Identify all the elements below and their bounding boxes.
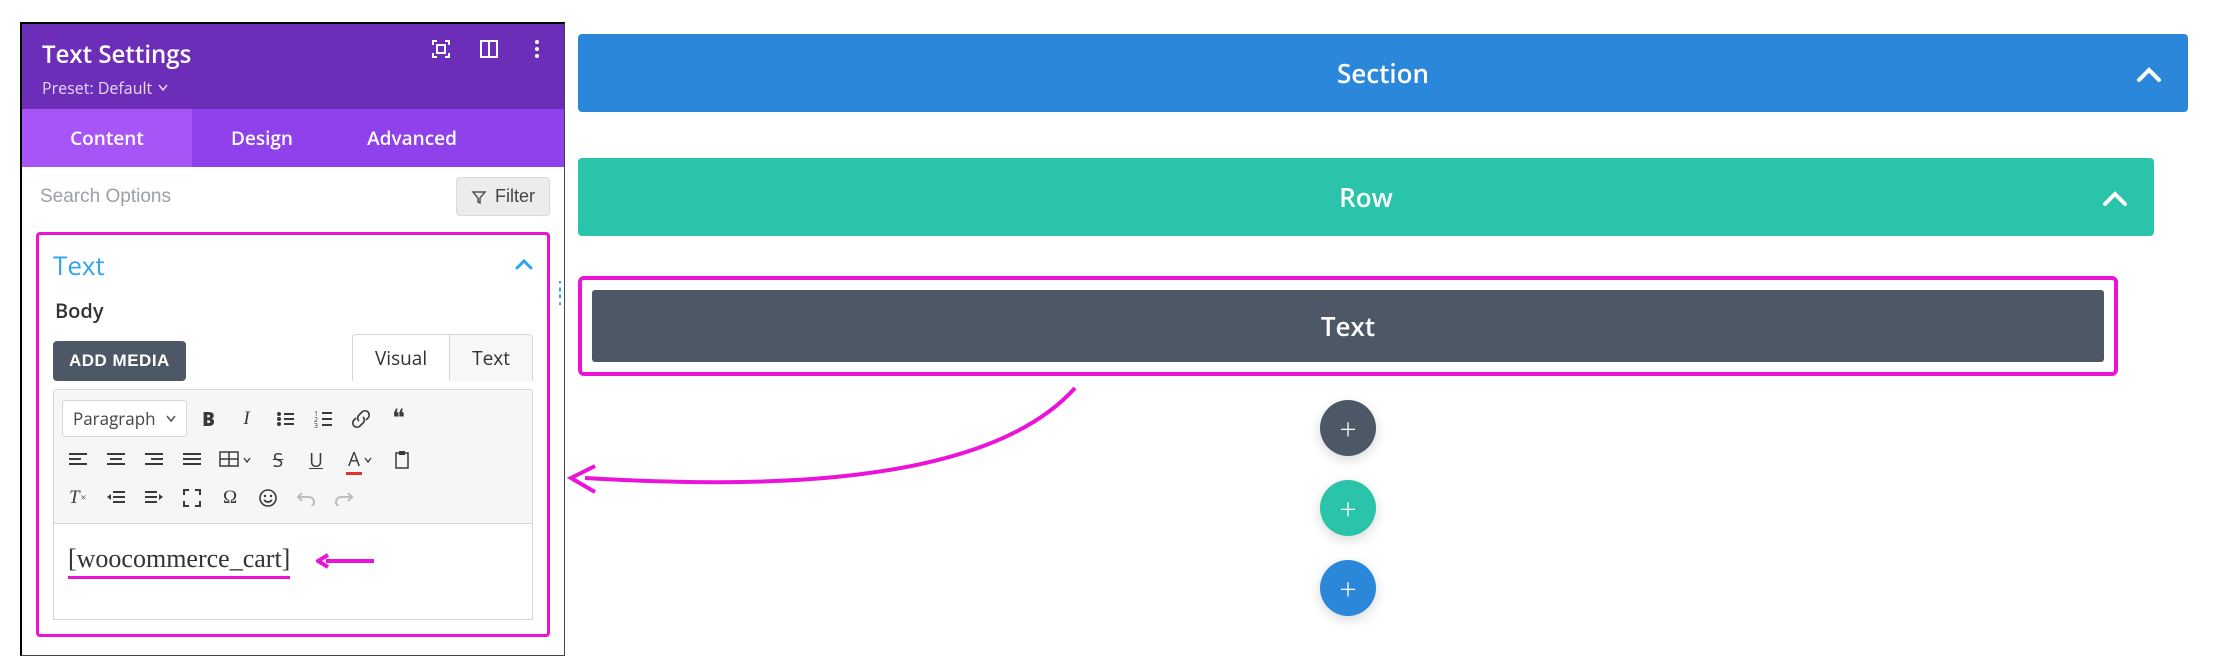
chevron-up-icon [515,254,533,276]
editor-content-area[interactable]: [woocommerce_cart] [53,524,533,620]
builder-canvas: Section Row Text + + + [578,34,2188,616]
text-settings-panel: Text Settings Preset: Default Content De… [20,22,565,656]
chevron-up-icon [2102,179,2128,215]
row-label: Row [1339,179,1393,215]
text-module-label: Text [1321,308,1375,344]
italic-button[interactable]: I [231,404,263,434]
caret-down-icon [166,415,176,423]
fullscreen-button[interactable] [176,483,208,513]
numbered-list-button[interactable]: 123 [307,404,339,434]
editor-tab-visual[interactable]: Visual [353,335,450,381]
focus-icon[interactable] [430,38,452,60]
align-right-button[interactable] [138,445,170,475]
add-section-button[interactable]: + [1320,560,1376,616]
clear-formatting-button[interactable]: T× [62,483,94,513]
text-color-button[interactable]: A [338,445,380,475]
filter-label: Filter [495,186,535,207]
text-module[interactable]: Text [592,290,2104,362]
align-left-button[interactable] [62,445,94,475]
search-input[interactable] [36,178,446,216]
option-group-header[interactable]: Text [53,243,533,291]
undo-button[interactable] [290,483,322,513]
tab-design[interactable]: Design [192,109,332,167]
special-char-button[interactable]: Ω [214,483,246,513]
indent-button[interactable] [138,483,170,513]
format-select-label: Paragraph [73,407,156,430]
add-row-button[interactable]: + [1320,480,1376,536]
text-option-group: Text Body ADD MEDIA Visual Text Paragrap… [36,232,550,637]
row-bar[interactable]: Row [578,158,2154,236]
settings-header: Text Settings Preset: Default [22,24,564,109]
link-button[interactable] [345,404,377,434]
filter-button[interactable]: Filter [456,177,550,216]
section-label: Section [1337,55,1429,91]
strikethrough-button[interactable]: S [262,445,294,475]
rich-text-toolbar: Paragraph B I 123 ❝ [53,389,533,524]
filter-icon [471,189,487,205]
svg-text:3: 3 [314,422,318,428]
text-module-highlight: Text [578,276,2118,376]
section-bar[interactable]: Section [578,34,2188,112]
search-row: Filter [22,167,564,226]
add-buttons-stack: + + + [578,400,2118,616]
underline-button[interactable]: U [300,445,332,475]
add-media-button[interactable]: ADD MEDIA [53,341,186,381]
editor-tab-text[interactable]: Text [450,335,532,381]
outdent-button[interactable] [100,483,132,513]
bold-button[interactable]: B [193,404,225,434]
preset-label: Preset: Default [42,77,152,99]
settings-tabs: Content Design Advanced [22,109,564,167]
emoji-button[interactable] [252,483,284,513]
align-center-button[interactable] [100,445,132,475]
tab-advanced[interactable]: Advanced [332,109,492,167]
table-button[interactable] [214,445,256,475]
add-module-button[interactable]: + [1320,400,1376,456]
body-label: Body [55,297,533,324]
media-and-editor-tabs-row: ADD MEDIA Visual Text [53,334,533,381]
option-group-name: Text [53,247,105,283]
panel-layout-icon[interactable] [478,38,500,60]
chevron-up-icon [2136,55,2162,91]
editor-mode-tabs: Visual Text [352,334,533,381]
caret-down-icon [158,84,168,92]
tab-content[interactable]: Content [22,109,192,167]
format-select[interactable]: Paragraph [62,400,187,437]
annotation-arrow-small-icon [316,552,376,574]
align-justify-button[interactable] [176,445,208,475]
preset-selector[interactable]: Preset: Default [42,77,168,99]
plus-icon: + [1339,408,1356,449]
bullet-list-button[interactable] [269,404,301,434]
shortcode-text: [woocommerce_cart] [68,544,290,579]
paste-button[interactable] [386,445,418,475]
plus-icon: + [1339,488,1356,529]
blockquote-button[interactable]: ❝ [383,404,415,434]
redo-button[interactable] [328,483,360,513]
more-menu-icon[interactable] [526,38,548,60]
resize-handle-icon[interactable]: ⋮⋮ [550,284,572,300]
plus-icon: + [1339,568,1356,609]
